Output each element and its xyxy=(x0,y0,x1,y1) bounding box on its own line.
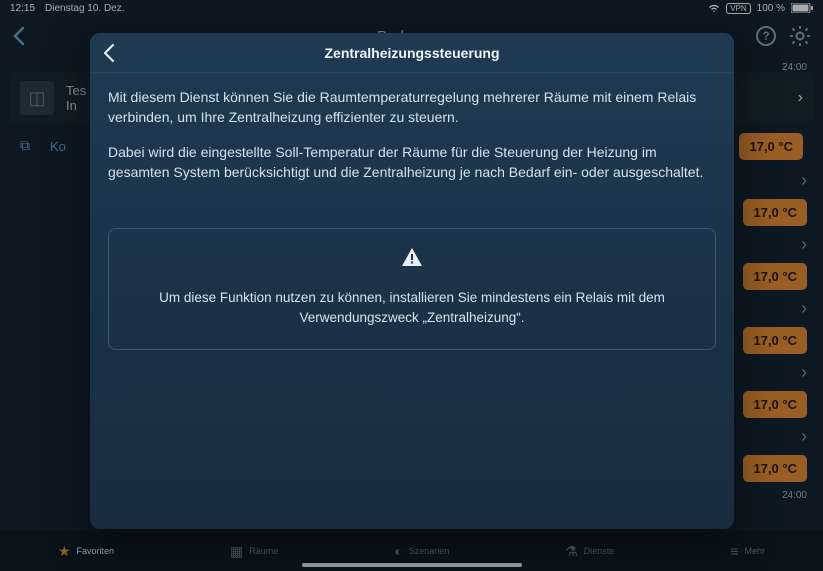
modal-paragraph-2: Dabei wird die eingestellte Soll-Tempera… xyxy=(108,142,716,183)
modal-header: Zentralheizungssteuerung xyxy=(90,33,734,73)
modal-paragraph-1: Mit diesem Dienst können Sie die Raumtem… xyxy=(108,87,716,128)
modal-back-icon[interactable] xyxy=(102,43,116,63)
modal-title: Zentralheizungssteuerung xyxy=(90,45,734,61)
modal-alert-text: Um diese Funktion nutzen zu können, inst… xyxy=(133,288,691,327)
modal-dialog: Zentralheizungssteuerung Mit diesem Dien… xyxy=(90,33,734,529)
modal-body: Mit diesem Dienst können Sie die Raumtem… xyxy=(90,73,734,368)
modal-alert-box: Um diese Funktion nutzen zu können, inst… xyxy=(108,228,716,350)
warning-icon xyxy=(133,247,691,276)
